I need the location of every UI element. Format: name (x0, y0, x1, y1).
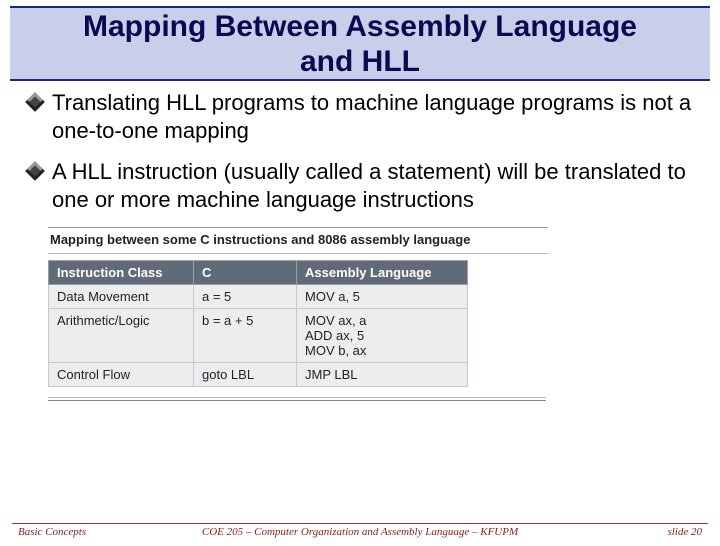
slide-title-band: Mapping Between Assembly Language and HL… (10, 6, 710, 81)
table-row: Data Movement a = 5 MOV a, 5 (49, 285, 468, 309)
footer-slide-number: slide 20 (572, 526, 702, 538)
cell-assembly: JMP LBL (297, 363, 468, 387)
cell-instruction-class: Control Flow (49, 363, 194, 387)
bullet-item: Translating HLL programs to machine lang… (28, 89, 692, 144)
slide-title: Mapping Between Assembly Language and HL… (18, 10, 702, 79)
th-instruction-class: Instruction Class (49, 261, 194, 285)
table-bottom-rule (48, 397, 546, 401)
table-header-row: Instruction Class C Assembly Language (49, 261, 468, 285)
table-row: Arithmetic/Logic b = a + 5 MOV ax, a ADD… (49, 309, 468, 363)
slide-footer: Basic Concepts COE 205 – Computer Organi… (0, 523, 720, 538)
cell-c: a = 5 (194, 285, 297, 309)
footer-rule (12, 523, 708, 524)
cell-assembly: MOV a, 5 (297, 285, 468, 309)
cell-instruction-class: Arithmetic/Logic (49, 309, 194, 363)
mapping-table-area: Mapping between some C instructions and … (48, 227, 720, 401)
bullet-text: Translating HLL programs to machine lang… (52, 89, 692, 144)
title-line-2: and HLL (300, 45, 420, 78)
diamond-bullet-icon (25, 92, 45, 112)
cell-c: b = a + 5 (194, 309, 297, 363)
th-c: C (194, 261, 297, 285)
bullet-item: A HLL instruction (usually called a stat… (28, 158, 692, 213)
footer-row: Basic Concepts COE 205 – Computer Organi… (0, 526, 720, 538)
footer-section-name: Basic Concepts (18, 526, 148, 538)
bullet-list: Translating HLL programs to machine lang… (28, 89, 692, 213)
title-line-1: Mapping Between Assembly Language (83, 10, 637, 43)
table-row: Control Flow goto LBL JMP LBL (49, 363, 468, 387)
th-assembly-language: Assembly Language (297, 261, 468, 285)
cell-assembly: MOV ax, a ADD ax, 5 MOV b, ax (297, 309, 468, 363)
mapping-table: Instruction Class C Assembly Language Da… (48, 260, 468, 387)
cell-instruction-class: Data Movement (49, 285, 194, 309)
bullet-text: A HLL instruction (usually called a stat… (52, 158, 692, 213)
cell-c: goto LBL (194, 363, 297, 387)
table-caption: Mapping between some C instructions and … (48, 227, 548, 254)
footer-course-name: COE 205 – Computer Organization and Asse… (148, 526, 572, 538)
diamond-bullet-icon (25, 161, 45, 181)
